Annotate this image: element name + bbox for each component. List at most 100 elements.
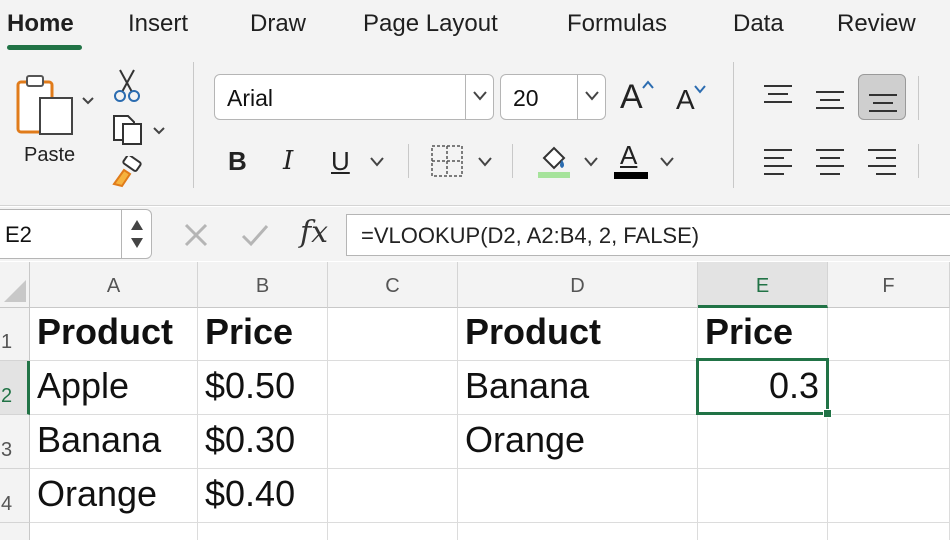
cell-text: Orange: [465, 419, 586, 460]
align-left-icon[interactable]: [762, 148, 794, 176]
name-box-value: E2: [5, 222, 32, 247]
cell-d2[interactable]: Banana: [458, 361, 698, 415]
cell-d4[interactable]: [458, 469, 698, 523]
align-top-icon[interactable]: [762, 84, 794, 106]
tab-review[interactable]: Review: [837, 10, 916, 38]
increase-font-size-button[interactable]: A: [620, 76, 656, 116]
paste-button[interactable]: [16, 74, 78, 138]
cell-f4[interactable]: [828, 469, 950, 523]
cell-text: Banana: [37, 419, 162, 460]
cell-c5[interactable]: [328, 523, 458, 540]
bold-button[interactable]: B: [228, 146, 247, 177]
align-right-icon[interactable]: [866, 148, 898, 176]
paste-dropdown-chevron-icon[interactable]: [82, 96, 94, 106]
cell-c3[interactable]: [328, 415, 458, 469]
tab-draw[interactable]: Draw: [250, 10, 306, 38]
align-bottom-button[interactable]: [858, 74, 906, 120]
format-painter-icon[interactable]: [110, 156, 144, 188]
column-header-c[interactable]: C: [328, 262, 458, 308]
formula-bar: E2 fx =VLOOKUP(D2, A2:B4, 2, FALSE): [0, 207, 950, 261]
fill-color-dropdown-chevron-icon[interactable]: [584, 156, 598, 168]
italic-button[interactable]: I: [283, 146, 293, 176]
borders-icon[interactable]: [430, 144, 464, 178]
row-header-5[interactable]: [0, 523, 30, 540]
cell-c2[interactable]: [328, 361, 458, 415]
cell-f3[interactable]: [828, 415, 950, 469]
underline-dropdown-chevron-icon[interactable]: [370, 156, 384, 168]
row-header-1[interactable]: 1: [0, 308, 30, 361]
tab-formulas[interactable]: Formulas: [567, 10, 667, 38]
insert-function-fx-icon[interactable]: fx: [300, 215, 328, 250]
active-tab-indicator: [7, 45, 82, 50]
borders-dropdown-chevron-icon[interactable]: [478, 156, 492, 168]
decrease-font-glyph: A: [676, 84, 695, 115]
cell-b5[interactable]: [198, 523, 328, 540]
tab-home[interactable]: Home: [7, 10, 74, 38]
font-color-button[interactable]: A: [614, 140, 648, 180]
cut-scissors-icon[interactable]: [114, 68, 140, 104]
select-all-corner[interactable]: [0, 262, 30, 308]
font-color-dropdown-chevron-icon[interactable]: [660, 156, 674, 168]
column-header-e[interactable]: E: [698, 262, 828, 308]
formula-text: =VLOOKUP(D2, A2:B4, 2, FALSE): [361, 223, 700, 248]
row-header-2[interactable]: 2: [0, 361, 30, 415]
copy-dropdown-chevron-icon[interactable]: [153, 126, 165, 136]
cell-e1[interactable]: Price: [698, 308, 828, 361]
tab-insert[interactable]: Insert: [128, 10, 188, 38]
cell-d1[interactable]: Product: [458, 308, 698, 361]
cell-a2[interactable]: Apple: [30, 361, 198, 415]
cell-f5[interactable]: [828, 523, 950, 540]
cancel-x-icon[interactable]: [183, 222, 209, 248]
cell-a3[interactable]: Banana: [30, 415, 198, 469]
copy-icon[interactable]: [110, 112, 144, 146]
cell-text: Product: [465, 311, 602, 352]
formula-input[interactable]: =VLOOKUP(D2, A2:B4, 2, FALSE): [346, 214, 950, 256]
align-middle-icon[interactable]: [814, 88, 846, 110]
column-header-f[interactable]: F: [828, 262, 950, 308]
cell-f1[interactable]: [828, 308, 950, 361]
decrease-font-size-button[interactable]: A: [676, 80, 712, 120]
cell-text: $0.30: [205, 419, 296, 460]
align-center-icon[interactable]: [814, 148, 846, 176]
cell-b1[interactable]: Price: [198, 308, 328, 361]
cell-text: $0.40: [205, 473, 296, 514]
cell-d3[interactable]: Orange: [458, 415, 698, 469]
row-header-4[interactable]: 4: [0, 469, 30, 523]
caret-down-icon: [694, 85, 706, 94]
fill-color-bucket-icon[interactable]: [536, 142, 572, 180]
enter-check-icon[interactable]: [240, 222, 270, 248]
cell-f2[interactable]: [828, 361, 950, 415]
font-name-value: Arial: [227, 85, 274, 111]
cell-d5[interactable]: [458, 523, 698, 540]
cell-a1[interactable]: Product: [30, 308, 198, 361]
cell-b3[interactable]: $0.30: [198, 415, 328, 469]
tab-data[interactable]: Data: [733, 10, 784, 38]
chevron-down-icon: [473, 91, 487, 101]
cell-a5[interactable]: [30, 523, 198, 540]
name-box-stepper[interactable]: [121, 210, 151, 258]
font-name-dropdown-button[interactable]: [465, 75, 493, 119]
select-all-triangle-icon: [4, 280, 26, 302]
paste-label: Paste: [24, 144, 76, 166]
column-header-d[interactable]: D: [458, 262, 698, 308]
font-name-dropdown[interactable]: Arial: [214, 74, 494, 120]
cell-b2[interactable]: $0.50: [198, 361, 328, 415]
font-size-dropdown[interactable]: 20: [500, 74, 606, 120]
font-size-dropdown-button[interactable]: [577, 75, 605, 119]
cell-c4[interactable]: [328, 469, 458, 523]
cell-e4[interactable]: [698, 469, 828, 523]
column-header-a[interactable]: A: [30, 262, 198, 308]
row-header-3[interactable]: 3: [0, 415, 30, 469]
cell-b4[interactable]: $0.40: [198, 469, 328, 523]
fill-handle[interactable]: [823, 409, 832, 418]
column-header-b[interactable]: B: [198, 262, 328, 308]
cell-e3[interactable]: [698, 415, 828, 469]
spreadsheet-grid: A B C D E F 1 2 3 4 Product Price Produc…: [0, 262, 950, 540]
ribbon-separator: [733, 62, 734, 188]
underline-button[interactable]: U: [331, 146, 350, 177]
cell-e5[interactable]: [698, 523, 828, 540]
tab-page-layout[interactable]: Page Layout: [363, 10, 498, 38]
name-box[interactable]: E2: [0, 209, 152, 259]
cell-a4[interactable]: Orange: [30, 469, 198, 523]
cell-c1[interactable]: [328, 308, 458, 361]
